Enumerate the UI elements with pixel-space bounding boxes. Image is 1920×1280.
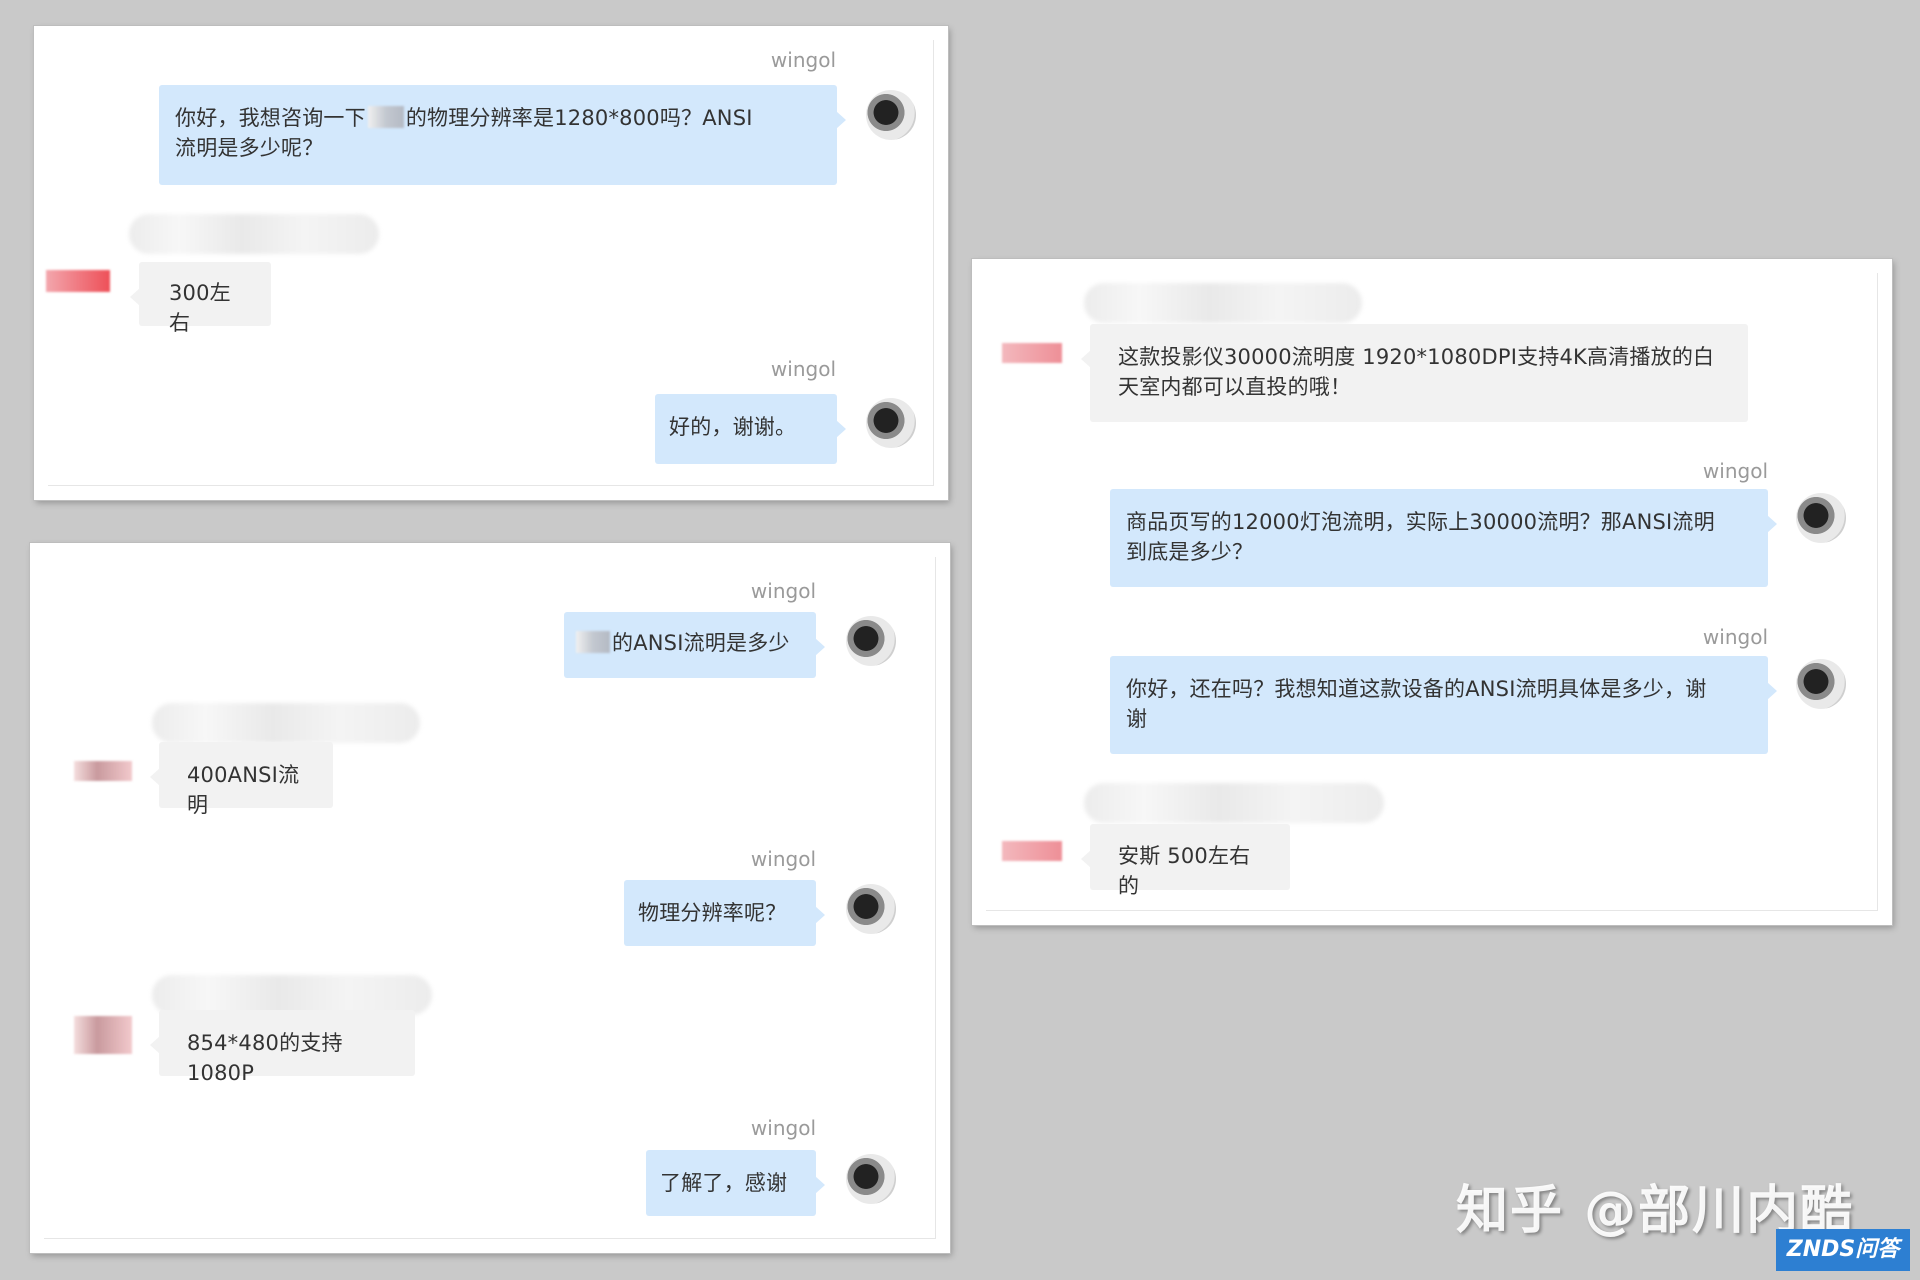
message-bubble-sent: 物理分辨率呢？ [624,880,825,946]
chat-panel-3: 这款投影仪30000流明度 1920*1080DPI支持4K高清播放的白 天室内… [972,259,1892,925]
message-text: 的物理分辨率是1280*800吗？ANSI [405,106,753,130]
user-avatar[interactable] [866,398,916,448]
message-bubble-sent: 你好，我想咨询一下 的物理分辨率是1280*800吗？ANSI 流明是多少呢？ [159,85,846,185]
message-text: 流明是多少呢？ [175,136,324,160]
blurred-seller-avatar[interactable] [74,1016,132,1054]
message-bubble-received: 400ANSI流明 [150,742,333,817]
message-text: 这款投影仪30000流明度 1920*1080DPI支持4K高清播放的白 [1118,345,1715,369]
message-text: 到底是多少？ [1126,540,1254,564]
message-text: 商品页写的12000灯泡流明，实际上30000流明？那ANSI流明 [1126,510,1715,534]
sender-name: wingol [770,48,836,72]
user-avatar[interactable] [1796,493,1846,543]
message-bubble-sent: 的ANSI流明是多少 [564,612,825,678]
message-text: 了解了，感谢 [660,1171,788,1195]
blurred-seller-avatar[interactable] [1002,841,1062,861]
blurred-seller-avatar[interactable] [46,270,110,292]
znds-logo: ZNDS问答 [1776,1229,1910,1271]
user-avatar[interactable] [866,90,916,140]
message-bubble-sent: 好的，谢谢。 [655,394,846,464]
message-bubble-received: 300左右 [130,262,271,335]
blurred-seller-name [152,975,432,1015]
chat-panel-1: wingol 你好，我想咨询一下 的物理分辨率是1280*800吗？ANSI 流明… [34,26,948,500]
message-text: 天室内都可以直投的哦！ [1118,375,1352,399]
message-text: 你好，我想咨询一下 [175,106,366,130]
chat-panel-2: wingol 的ANSI流明是多少 400ANSI流明 wingol 物理分辨率… [30,543,950,1253]
sender-name: wingol [770,357,836,381]
blurred-seller-name [152,703,420,743]
sender-name: wingol [1702,625,1768,649]
blurred-seller-name [129,214,379,254]
message-bubble-received: 这款投影仪30000流明度 1920*1080DPI支持4K高清播放的白 天室内… [1081,324,1748,422]
sender-name: wingol [750,1116,816,1140]
blurred-seller-avatar[interactable] [1002,343,1062,363]
sender-name: wingol [1702,459,1768,483]
redacted-product-name [367,106,404,128]
message-text: 物理分辨率呢？ [638,901,787,925]
user-avatar[interactable] [846,1154,896,1204]
redacted-product-name [576,631,610,653]
sender-name: wingol [750,847,816,871]
blurred-seller-name [1084,783,1384,823]
message-text: 你好，还在吗？我想知道这款设备的ANSI流明具体是多少，谢 [1126,677,1707,701]
message-text: 的ANSI流明是多少 [612,631,790,655]
message-text: 安斯 500左右的 [1118,844,1251,898]
sender-name: wingol [750,579,816,603]
message-text: 谢 [1126,707,1148,731]
message-text: 好的，谢谢。 [669,415,797,439]
message-bubble-received: 安斯 500左右的 [1081,824,1290,898]
blurred-seller-name [1084,283,1362,323]
message-bubble-sent: 了解了，感谢 [646,1150,825,1216]
blurred-seller-avatar[interactable] [74,761,132,781]
user-avatar[interactable] [1796,659,1846,709]
message-bubble-received: 854*480的支持1080P [150,1010,415,1085]
user-avatar[interactable] [846,884,896,934]
message-bubble-sent: 你好，还在吗？我想知道这款设备的ANSI流明具体是多少，谢 谢 [1110,656,1777,754]
message-bubble-sent: 商品页写的12000灯泡流明，实际上30000流明？那ANSI流明 到底是多少？ [1110,489,1777,587]
user-avatar[interactable] [846,616,896,666]
